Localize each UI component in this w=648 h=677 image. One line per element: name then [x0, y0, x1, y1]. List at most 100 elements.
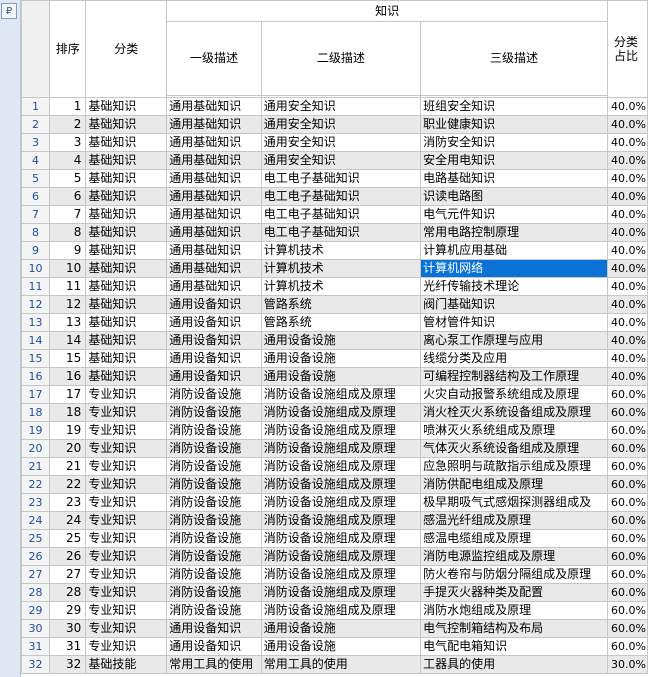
ratio-cell[interactable]: 40.0%: [607, 313, 648, 332]
level2-cell[interactable]: 消防设备设施组成及原理: [260, 475, 422, 494]
ratio-cell[interactable]: 40.0%: [607, 349, 648, 368]
row-number[interactable]: 2: [20, 115, 51, 134]
level3-cell[interactable]: 计算机网络: [420, 259, 609, 278]
table-row[interactable]: 27 27 专业知识 消防设备设施 消防设备设施组成及原理 防火卷帘与防烟分隔组成及原理 6…: [20, 565, 648, 584]
row-number[interactable]: 13: [20, 313, 51, 332]
level2-cell[interactable]: 消防设备设施组成及原理: [260, 421, 422, 440]
level1-cell[interactable]: 通用设备知识: [166, 619, 262, 638]
level2-cell[interactable]: 计算机技术: [260, 259, 422, 278]
table-row[interactable]: 11 11 基础知识 通用基础知识 计算机技术 光纤传输技术理论 40.0%: [20, 277, 648, 296]
order-cell[interactable]: 22: [49, 475, 87, 494]
table-row[interactable]: 7 7 基础知识 通用基础知识 电工电子基础知识 电气元件知识 40.0%: [20, 205, 648, 224]
ratio-cell[interactable]: 40.0%: [607, 169, 648, 188]
ratio-cell[interactable]: 60.0%: [607, 475, 648, 494]
level3-cell[interactable]: 消防电源监控组成及原理: [420, 547, 609, 566]
level2-cell[interactable]: 消防设备设施组成及原理: [260, 529, 422, 548]
row-number[interactable]: 28: [20, 583, 51, 602]
table-row[interactable]: 9 9 基础知识 通用基础知识 计算机技术 计算机应用基础 40.0%: [20, 241, 648, 260]
table-row[interactable]: 16 16 基础知识 通用设备知识 通用设备设施 可编程控制器结构及工作原理 40.0%: [20, 367, 648, 386]
level2-cell[interactable]: 消防设备设施组成及原理: [260, 547, 422, 566]
level1-cell[interactable]: 通用设备知识: [166, 331, 262, 350]
level2-cell[interactable]: 计算机技术: [260, 241, 422, 260]
table-row[interactable]: 19 19 专业知识 消防设备设施 消防设备设施组成及原理 喷淋灭火系统组成及原理 60.0…: [20, 421, 648, 440]
table-row[interactable]: 13 13 基础知识 通用设备知识 管路系统 管材管件知识 40.0%: [20, 313, 648, 332]
category-cell[interactable]: 专业知识: [85, 439, 168, 458]
order-cell[interactable]: 21: [49, 457, 87, 476]
row-number[interactable]: 12: [20, 295, 51, 314]
level1-cell[interactable]: 通用基础知识: [166, 223, 262, 242]
level2-cell[interactable]: 通用设备设施: [260, 331, 422, 350]
level2-cell[interactable]: 管路系统: [260, 313, 422, 332]
ratio-cell[interactable]: 40.0%: [607, 151, 648, 170]
category-cell[interactable]: 专业知识: [85, 529, 168, 548]
ratio-cell[interactable]: 30.0%: [607, 655, 648, 674]
category-cell[interactable]: 基础知识: [85, 187, 168, 206]
row-number[interactable]: 11: [20, 277, 51, 296]
order-cell[interactable]: 29: [49, 601, 87, 620]
row-number[interactable]: 8: [20, 223, 51, 242]
category-cell[interactable]: 基础知识: [85, 277, 168, 296]
level1-cell[interactable]: 通用基础知识: [166, 133, 262, 152]
level2-cell[interactable]: 消防设备设施组成及原理: [260, 385, 422, 404]
ratio-cell[interactable]: 60.0%: [607, 403, 648, 422]
category-cell[interactable]: 专业知识: [85, 547, 168, 566]
level1-cell[interactable]: 通用设备知识: [166, 349, 262, 368]
order-cell[interactable]: 26: [49, 547, 87, 566]
level1-cell[interactable]: 通用基础知识: [166, 241, 262, 260]
row-number[interactable]: 22: [20, 475, 51, 494]
level2-cell[interactable]: 通用设备设施: [260, 367, 422, 386]
category-cell[interactable]: 专业知识: [85, 565, 168, 584]
level2-cell[interactable]: 通用安全知识: [260, 97, 422, 116]
category-cell[interactable]: 基础技能: [85, 655, 168, 674]
level1-cell[interactable]: 通用基础知识: [166, 169, 262, 188]
order-cell[interactable]: 32: [49, 655, 87, 674]
level1-cell[interactable]: 常用工具的使用: [166, 655, 262, 674]
ratio-cell[interactable]: 60.0%: [607, 385, 648, 404]
ratio-cell[interactable]: 60.0%: [607, 547, 648, 566]
order-cell[interactable]: 1: [49, 97, 87, 116]
row-number[interactable]: 19: [20, 421, 51, 440]
order-cell[interactable]: 31: [49, 637, 87, 656]
group-header-knowledge[interactable]: 知识: [166, 0, 609, 22]
level2-cell[interactable]: 通用安全知识: [260, 115, 422, 134]
table-row[interactable]: 32 32 基础技能 常用工具的使用 常用工具的使用 工器具的使用 30.0%: [20, 655, 648, 674]
category-cell[interactable]: 基础知识: [85, 115, 168, 134]
level1-cell[interactable]: 通用设备知识: [166, 295, 262, 314]
ratio-cell[interactable]: 60.0%: [607, 493, 648, 512]
table-row[interactable]: 5 5 基础知识 通用基础知识 电工电子基础知识 电路基础知识 40.0%: [20, 169, 648, 188]
table-row[interactable]: 30 30 专业知识 通用设备知识 通用设备设施 电气控制箱结构及布局 60.0%: [20, 619, 648, 638]
level3-cell[interactable]: 线缆分类及应用: [420, 349, 609, 368]
level3-cell[interactable]: 消防水炮组成及原理: [420, 601, 609, 620]
order-cell[interactable]: 2: [49, 115, 87, 134]
level3-cell[interactable]: 离心泵工作原理与应用: [420, 331, 609, 350]
row-number[interactable]: 17: [20, 385, 51, 404]
level3-cell[interactable]: 消火栓灭火系统设备组成及原理: [420, 403, 609, 422]
level1-cell[interactable]: 消防设备设施: [166, 475, 262, 494]
row-number[interactable]: 3: [20, 133, 51, 152]
level3-cell[interactable]: 电路基础知识: [420, 169, 609, 188]
level1-cell[interactable]: 消防设备设施: [166, 493, 262, 512]
order-cell[interactable]: 16: [49, 367, 87, 386]
order-cell[interactable]: 28: [49, 583, 87, 602]
ratio-cell[interactable]: 40.0%: [607, 115, 648, 134]
category-cell[interactable]: 专业知识: [85, 493, 168, 512]
order-cell[interactable]: 10: [49, 259, 87, 278]
level3-cell[interactable]: 班组安全知识: [420, 97, 609, 116]
level1-cell[interactable]: 通用基础知识: [166, 151, 262, 170]
pin-icon[interactable]: ₽: [1, 3, 17, 19]
level3-cell[interactable]: 电气配电箱知识: [420, 637, 609, 656]
col-header-level3[interactable]: 三级描述: [420, 21, 609, 96]
row-number[interactable]: 30: [20, 619, 51, 638]
level3-cell[interactable]: 可编程控制器结构及工作原理: [420, 367, 609, 386]
ratio-cell[interactable]: 60.0%: [607, 529, 648, 548]
ratio-cell[interactable]: 40.0%: [607, 277, 648, 296]
level3-cell[interactable]: 职业健康知识: [420, 115, 609, 134]
order-cell[interactable]: 25: [49, 529, 87, 548]
level3-cell[interactable]: 防火卷帘与防烟分隔组成及原理: [420, 565, 609, 584]
ratio-cell[interactable]: 60.0%: [607, 457, 648, 476]
col-header-ratio[interactable]: 分类 占比: [607, 0, 648, 98]
level2-cell[interactable]: 通用设备设施: [260, 637, 422, 656]
level3-cell[interactable]: 电气元件知识: [420, 205, 609, 224]
table-row[interactable]: 3 3 基础知识 通用基础知识 通用安全知识 消防安全知识 40.0%: [20, 133, 648, 152]
level3-cell[interactable]: 感温光纤组成及原理: [420, 511, 609, 530]
